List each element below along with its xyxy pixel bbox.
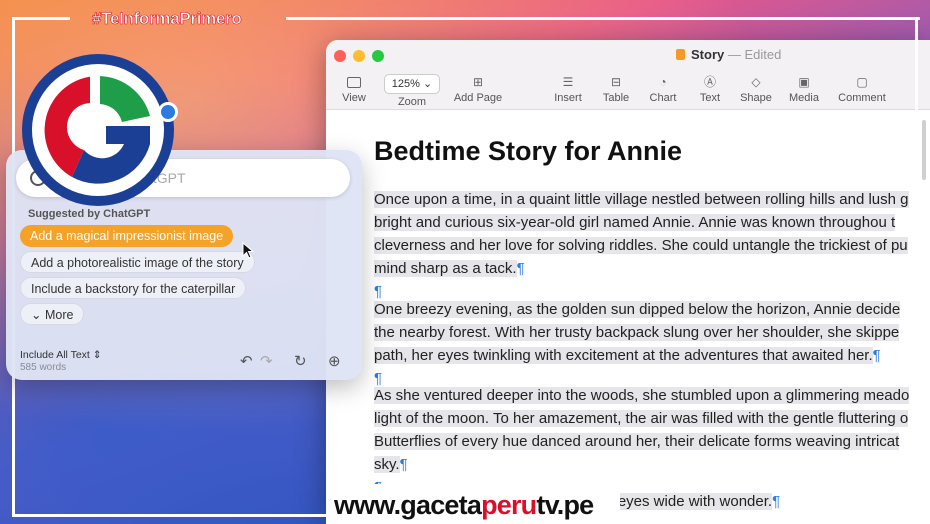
close-button[interactable] bbox=[334, 50, 346, 62]
zoom-select[interactable]: 125% ⌄ bbox=[384, 74, 440, 94]
g-logo-icon bbox=[44, 74, 150, 184]
logo-badge bbox=[32, 64, 164, 196]
include-all-text-select[interactable]: Include All Text ⇕ bbox=[20, 349, 102, 361]
add-icon[interactable]: ⊕ bbox=[328, 352, 341, 370]
document-title[interactable]: Bedtime Story for Annie bbox=[374, 136, 682, 167]
document-icon bbox=[676, 49, 685, 60]
scrollbar[interactable] bbox=[922, 120, 926, 180]
redo-icon[interactable]: ↷ bbox=[260, 352, 273, 370]
suggestion-chip-magical-image[interactable]: Add a magical impressionist image bbox=[20, 225, 234, 247]
logo-dot bbox=[158, 102, 178, 122]
toolbar-insert[interactable]: ☰ Insert bbox=[548, 72, 588, 104]
title-bar: Story — Edited bbox=[326, 40, 930, 72]
toolbar: View 125% ⌄ Zoom ⊞ Add Page ☰ Insert ⊟ T… bbox=[326, 72, 930, 110]
suggestion-chip-photorealistic-image[interactable]: Add a photorealistic image of the story bbox=[20, 251, 255, 273]
frame-line-top-left bbox=[12, 17, 70, 20]
window-title: Story — Edited bbox=[676, 47, 781, 62]
site-url: www.gacetaperutv.pe bbox=[334, 490, 594, 520]
refresh-icon[interactable]: ↻ bbox=[294, 352, 307, 370]
add-page-icon: ⊞ bbox=[472, 75, 484, 89]
toolbar-text[interactable]: Ⓐ Text bbox=[692, 72, 728, 104]
toolbar-comment[interactable]: ▢ Comment bbox=[834, 72, 890, 104]
frame-line-right bbox=[915, 17, 918, 517]
zoom-window-button[interactable] bbox=[372, 50, 384, 62]
mouse-cursor-icon bbox=[242, 242, 255, 259]
comment-icon: ▢ bbox=[856, 75, 868, 89]
minimize-button[interactable] bbox=[353, 50, 365, 62]
frame-line-bottom bbox=[12, 514, 330, 517]
toolbar-table[interactable]: ⊟ Table bbox=[598, 72, 634, 104]
paragraph-1[interactable]: Once upon a time, in a quaint little vil… bbox=[374, 188, 930, 303]
media-icon: ▣ bbox=[798, 75, 810, 89]
toolbar-shape[interactable]: ◇ Shape bbox=[736, 72, 776, 104]
insert-icon: ☰ bbox=[562, 75, 574, 89]
chevron-down-icon: ⌄ bbox=[31, 308, 42, 322]
paragraph-3[interactable]: As she ventured deeper into the woods, s… bbox=[374, 384, 930, 499]
suggested-label: Suggested by ChatGPT bbox=[28, 208, 151, 220]
paragraph-2[interactable]: One breezy evening, as the golden sun di… bbox=[374, 298, 930, 390]
sidebar-icon bbox=[334, 72, 374, 92]
chevron-down-icon: ⌄ bbox=[422, 78, 433, 90]
undo-icon[interactable]: ↶ bbox=[240, 352, 253, 370]
document-page[interactable]: Bedtime Story for Annie Once upon a time… bbox=[338, 112, 930, 524]
frame-line-top-right bbox=[286, 17, 920, 20]
table-icon: ⊟ bbox=[610, 75, 622, 89]
toolbar-media[interactable]: ▣ Media bbox=[784, 72, 824, 104]
toolbar-add-page[interactable]: ⊞ Add Page bbox=[450, 72, 506, 104]
toolbar-zoom[interactable]: 125% ⌄ Zoom bbox=[382, 74, 442, 108]
chart-icon: ◔ bbox=[659, 75, 667, 89]
chevron-updown-icon: ⇕ bbox=[92, 349, 102, 361]
suggestion-chip-backstory[interactable]: Include a backstory for the caterpillar bbox=[20, 277, 247, 299]
more-button[interactable]: ⌄ More bbox=[20, 303, 85, 325]
edited-status: Edited bbox=[744, 47, 782, 62]
text-icon: Ⓐ bbox=[703, 75, 716, 89]
word-count: 585 words bbox=[20, 362, 67, 373]
toolbar-view[interactable]: View bbox=[334, 72, 374, 104]
pages-window: Story — Edited View 125% ⌄ Zoom ⊞ Add Pa… bbox=[326, 40, 930, 524]
hashtag-banner: #TeInformaPrimero bbox=[92, 9, 242, 29]
toolbar-chart[interactable]: ◔ Chart bbox=[644, 72, 682, 104]
shape-icon: ◇ bbox=[751, 75, 761, 89]
